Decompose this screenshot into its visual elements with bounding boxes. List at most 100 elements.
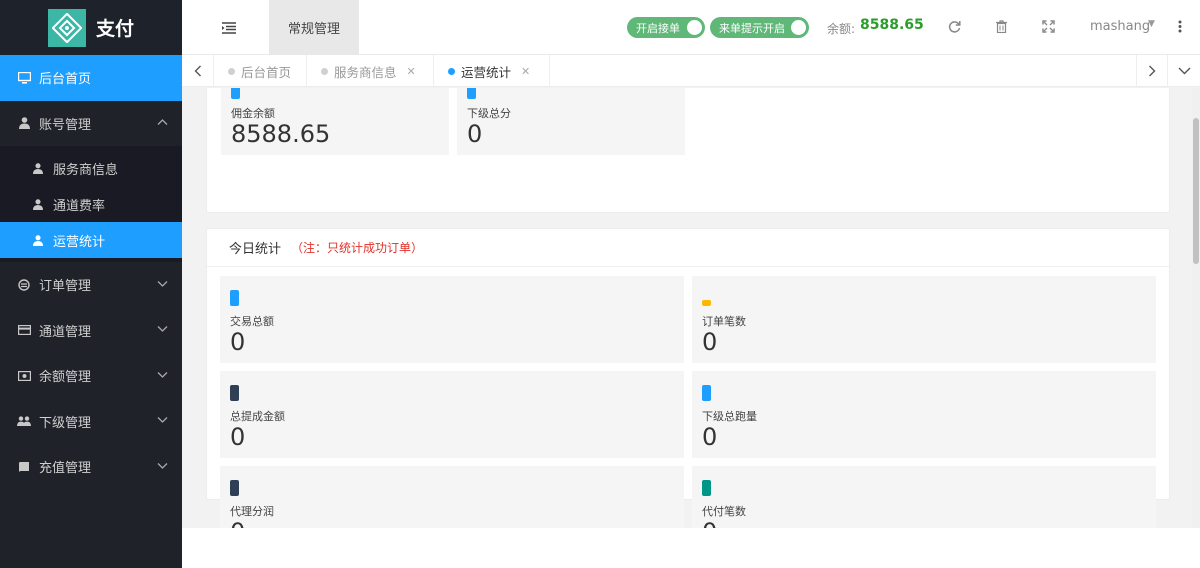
card-title: 今日统计 xyxy=(229,242,282,257)
stat-label: 代付笔数 xyxy=(702,505,746,518)
stat-value: 0 xyxy=(467,120,483,148)
stat-value: 0 xyxy=(230,518,245,528)
stat-payout-count: 代付笔数0 xyxy=(692,466,1156,528)
order-alert-toggle[interactable]: 来单提示开启 xyxy=(710,17,809,38)
stat-order-count: 订单笔数 0 xyxy=(692,276,1156,363)
sidebar-item-operations-stats[interactable]: 运营统计 xyxy=(0,222,182,258)
color-bar xyxy=(702,385,711,401)
accept-orders-toggle[interactable]: 开启接单 xyxy=(627,17,705,38)
sidebar-item-provider-info[interactable]: 服务商信息 xyxy=(0,150,182,186)
stat-label: 下级总分 xyxy=(467,107,511,120)
sidebar-item-label: 服务商信息 xyxy=(53,162,119,178)
sidebar-item-label: 通道费率 xyxy=(53,198,106,214)
trash-icon[interactable] xyxy=(993,18,1009,34)
stat-subordinate-total: 下级总分 0 xyxy=(457,88,685,155)
tab-label: 运营统计 xyxy=(461,64,512,80)
scrollbar-thumb[interactable] xyxy=(1193,118,1199,264)
sidebar-item-label: 后台首页 xyxy=(39,72,92,88)
stat-trade-total: 交易总额 0 xyxy=(220,276,684,363)
user-icon xyxy=(31,161,45,175)
logo-icon xyxy=(48,8,86,47)
money-icon xyxy=(17,369,31,383)
stat-value: 0 xyxy=(230,423,246,451)
sidebar-submenu: 服务商信息 通道费率 运营统计 xyxy=(0,146,182,262)
stat-subordinate-volume: 下级总跑量 0 xyxy=(692,371,1156,458)
sidebar-item-label: 运营统计 xyxy=(53,234,106,250)
sidebar-item-channel-rate[interactable]: 通道费率 xyxy=(0,186,182,222)
card-icon xyxy=(17,323,31,337)
stat-label: 交易总额 xyxy=(230,315,274,328)
stat-value: 0 xyxy=(702,518,717,528)
tab-operations-stats[interactable]: 运营统计 ✕ xyxy=(434,55,550,87)
color-bar xyxy=(702,480,711,496)
stat-label: 佣金余额 xyxy=(231,107,275,120)
user-icon xyxy=(17,116,31,130)
vertical-scrollbar[interactable] xyxy=(1192,88,1200,528)
sidebar-item-label: 余额管理 xyxy=(39,370,92,386)
tabs-scroll-right-button[interactable] xyxy=(1136,55,1168,87)
stat-label: 订单笔数 xyxy=(702,315,746,328)
balance-label: 余额: xyxy=(827,22,856,36)
card-header: 今日统计 （注：只统计成功订单） xyxy=(207,229,1169,267)
order-icon xyxy=(17,278,31,292)
sidebar-item-label: 订单管理 xyxy=(39,279,92,295)
users-icon xyxy=(17,414,31,428)
stat-label: 代理分润 xyxy=(230,505,274,518)
summary-card: 佣金余额 8588.65 下级总分 0 xyxy=(206,88,1170,213)
stat-value: 0 xyxy=(230,328,246,356)
color-bar xyxy=(702,300,711,306)
sidebar-item-subordinates[interactable]: 下级管理 xyxy=(0,399,182,445)
stat-agent-profit: 代理分润0 xyxy=(220,466,684,528)
chevron-down-icon xyxy=(157,370,168,381)
sidebar: 支付 后台首页 账号管理 服务商信息 通道费率 运营统计 订单管理 通道管理 余… xyxy=(0,0,182,568)
tab-label: 后台首页 xyxy=(241,64,292,80)
sidebar-item-label: 账号管理 xyxy=(39,117,92,133)
sidebar-item-recharge[interactable]: 充值管理 xyxy=(0,444,182,490)
logo-title: 支付 xyxy=(96,18,135,40)
card-note: （注：只统计成功订单） xyxy=(291,241,424,255)
caret-down-icon[interactable]: ▼ xyxy=(1148,19,1155,29)
logo[interactable]: 支付 xyxy=(0,0,182,55)
book-icon xyxy=(17,460,31,474)
stat-commission-total: 总提成金额 0 xyxy=(220,371,684,458)
footer-area xyxy=(182,528,1200,568)
username[interactable]: mashang xyxy=(1090,19,1150,34)
menu-toggle-icon[interactable] xyxy=(222,19,236,34)
tab-home[interactable]: 后台首页 xyxy=(214,55,307,87)
balance-value: 8588.65 xyxy=(860,17,924,33)
stat-value: 0 xyxy=(702,328,718,356)
user-icon xyxy=(31,197,45,211)
sidebar-item-label: 下级管理 xyxy=(39,415,92,431)
header-tab-general[interactable]: 常规管理 xyxy=(269,0,359,55)
user-icon xyxy=(31,233,45,247)
monitor-icon xyxy=(17,71,31,85)
color-bar xyxy=(230,290,239,306)
color-bar xyxy=(467,88,476,99)
color-bar xyxy=(231,88,240,99)
tabs-menu-button[interactable] xyxy=(1168,55,1200,87)
sidebar-item-balance[interactable]: 余额管理 xyxy=(0,353,182,399)
sidebar-item-label: 充值管理 xyxy=(39,461,92,477)
sidebar-item-channels[interactable]: 通道管理 xyxy=(0,308,182,354)
close-icon[interactable]: ✕ xyxy=(407,65,416,78)
chevron-down-icon xyxy=(157,279,168,290)
sidebar-item-account[interactable]: 账号管理 xyxy=(0,101,182,147)
stat-label: 下级总跑量 xyxy=(702,410,757,423)
chevron-up-icon xyxy=(157,118,168,129)
more-icon[interactable] xyxy=(1172,18,1188,34)
close-icon[interactable]: ✕ xyxy=(521,65,530,78)
refresh-icon[interactable] xyxy=(946,18,962,34)
stat-commission-balance: 佣金余额 8588.65 xyxy=(221,88,449,155)
tab-provider-info[interactable]: 服务商信息 ✕ xyxy=(307,55,434,87)
tab-label: 服务商信息 xyxy=(334,64,397,80)
sidebar-item-label: 通道管理 xyxy=(39,324,92,340)
sidebar-item-orders[interactable]: 订单管理 xyxy=(0,262,182,308)
color-bar xyxy=(230,385,239,401)
fullscreen-icon[interactable] xyxy=(1040,18,1056,34)
toggle-label: 开启接单 xyxy=(636,21,680,35)
chevron-down-icon xyxy=(157,325,168,336)
main-content: 佣金余额 8588.65 下级总分 0 今日统计 （注：只统计成功订单） 交易总… xyxy=(182,88,1192,528)
stat-label: 总提成金额 xyxy=(230,410,285,423)
sidebar-item-home[interactable]: 后台首页 xyxy=(0,55,182,101)
tabs-scroll-left-button[interactable] xyxy=(182,55,214,87)
